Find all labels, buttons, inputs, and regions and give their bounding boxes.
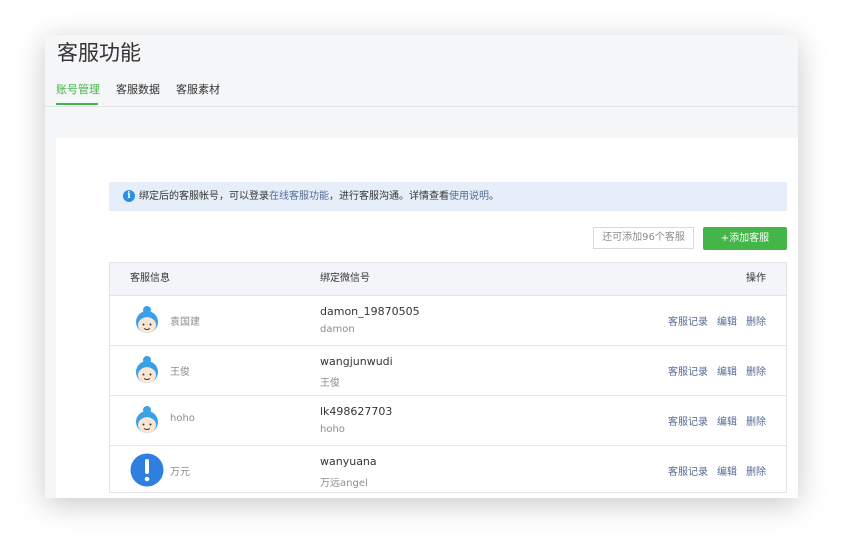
service-avatar-icon xyxy=(131,354,163,386)
info-icon: i xyxy=(123,190,135,202)
row-actions: 客服记录 编辑 删除 xyxy=(659,463,766,478)
header-operations: 操作 xyxy=(746,273,766,284)
table-row: 王俊 wangjunwudi 王俊 客服记录 编辑 删除 xyxy=(110,346,786,396)
tab-service-material[interactable]: 客服素材 xyxy=(176,82,220,98)
main-window: 客服功能 账号管理 客服数据 客服素材 i 绑定后的客服帐号，可以登录在线客服功… xyxy=(45,35,798,498)
edit-link[interactable]: 编辑 xyxy=(717,367,737,378)
service-avatar-icon xyxy=(131,304,163,336)
header-wechat-id: 绑定微信号 xyxy=(320,273,370,284)
add-service-button[interactable]: +添加客服 xyxy=(703,227,787,250)
service-records-link[interactable]: 客服记录 xyxy=(668,317,708,328)
service-account-table: 客服信息 绑定微信号 操作 袁国建 damon_19870505 damon 客… xyxy=(109,262,787,493)
wechat-nickname: damon xyxy=(320,324,355,335)
table-row: 袁国建 damon_19870505 damon 客服记录 编辑 删除 xyxy=(110,296,786,346)
online-service-link[interactable]: 在线客服功能 xyxy=(269,191,329,202)
service-name: 袁国建 xyxy=(170,317,200,328)
tab-service-data[interactable]: 客服数据 xyxy=(116,82,160,98)
service-name: 王俊 xyxy=(170,367,190,378)
delete-link[interactable]: 删除 xyxy=(746,367,766,378)
wechat-id: wanyuana xyxy=(320,455,377,468)
delete-link[interactable]: 删除 xyxy=(746,317,766,328)
wechat-nickname: 万远angel xyxy=(320,478,368,489)
usage-guide-link[interactable]: 使用说明 xyxy=(449,191,489,202)
service-records-link[interactable]: 客服记录 xyxy=(668,417,708,428)
header-service-info: 客服信息 xyxy=(130,273,170,284)
exclamation-avatar-icon xyxy=(130,453,164,487)
row-actions: 客服记录 编辑 删除 xyxy=(659,313,766,328)
edit-link[interactable]: 编辑 xyxy=(717,417,737,428)
remaining-quota-label: 还可添加96个客服 xyxy=(593,227,694,249)
tabs-divider xyxy=(45,106,798,107)
content-panel: i 绑定后的客服帐号，可以登录在线客服功能，进行客服沟通。详情查看使用说明。 还… xyxy=(56,138,798,498)
page-title: 客服功能 xyxy=(57,41,141,65)
service-records-link[interactable]: 客服记录 xyxy=(668,367,708,378)
notice-text: 绑定后的客服帐号，可以登录在线客服功能，进行客服沟通。详情查看使用说明。 xyxy=(139,191,499,202)
table-row: 万元 wanyuana 万远angel 客服记录 编辑 删除 xyxy=(110,446,786,495)
edit-link[interactable]: 编辑 xyxy=(717,317,737,328)
wechat-id: damon_19870505 xyxy=(320,305,420,318)
table-row: hoho lk498627703 hoho 客服记录 编辑 删除 xyxy=(110,396,786,446)
table-header: 客服信息 绑定微信号 操作 xyxy=(110,263,786,296)
row-actions: 客服记录 编辑 删除 xyxy=(659,363,766,378)
wechat-id: wangjunwudi xyxy=(320,355,393,368)
service-name: hoho xyxy=(170,413,195,424)
delete-link[interactable]: 删除 xyxy=(746,467,766,478)
service-avatar-icon xyxy=(131,404,163,436)
row-actions: 客服记录 编辑 删除 xyxy=(659,413,766,428)
info-notice: i 绑定后的客服帐号，可以登录在线客服功能，进行客服沟通。详情查看使用说明。 xyxy=(109,182,787,211)
wechat-id: lk498627703 xyxy=(320,405,393,418)
edit-link[interactable]: 编辑 xyxy=(717,467,737,478)
wechat-nickname: 王俊 xyxy=(320,378,340,389)
service-name: 万元 xyxy=(170,467,190,478)
delete-link[interactable]: 删除 xyxy=(746,417,766,428)
wechat-nickname: hoho xyxy=(320,424,345,435)
tab-account-management[interactable]: 账号管理 xyxy=(56,82,100,98)
service-records-link[interactable]: 客服记录 xyxy=(668,467,708,478)
active-tab-indicator xyxy=(56,103,98,105)
